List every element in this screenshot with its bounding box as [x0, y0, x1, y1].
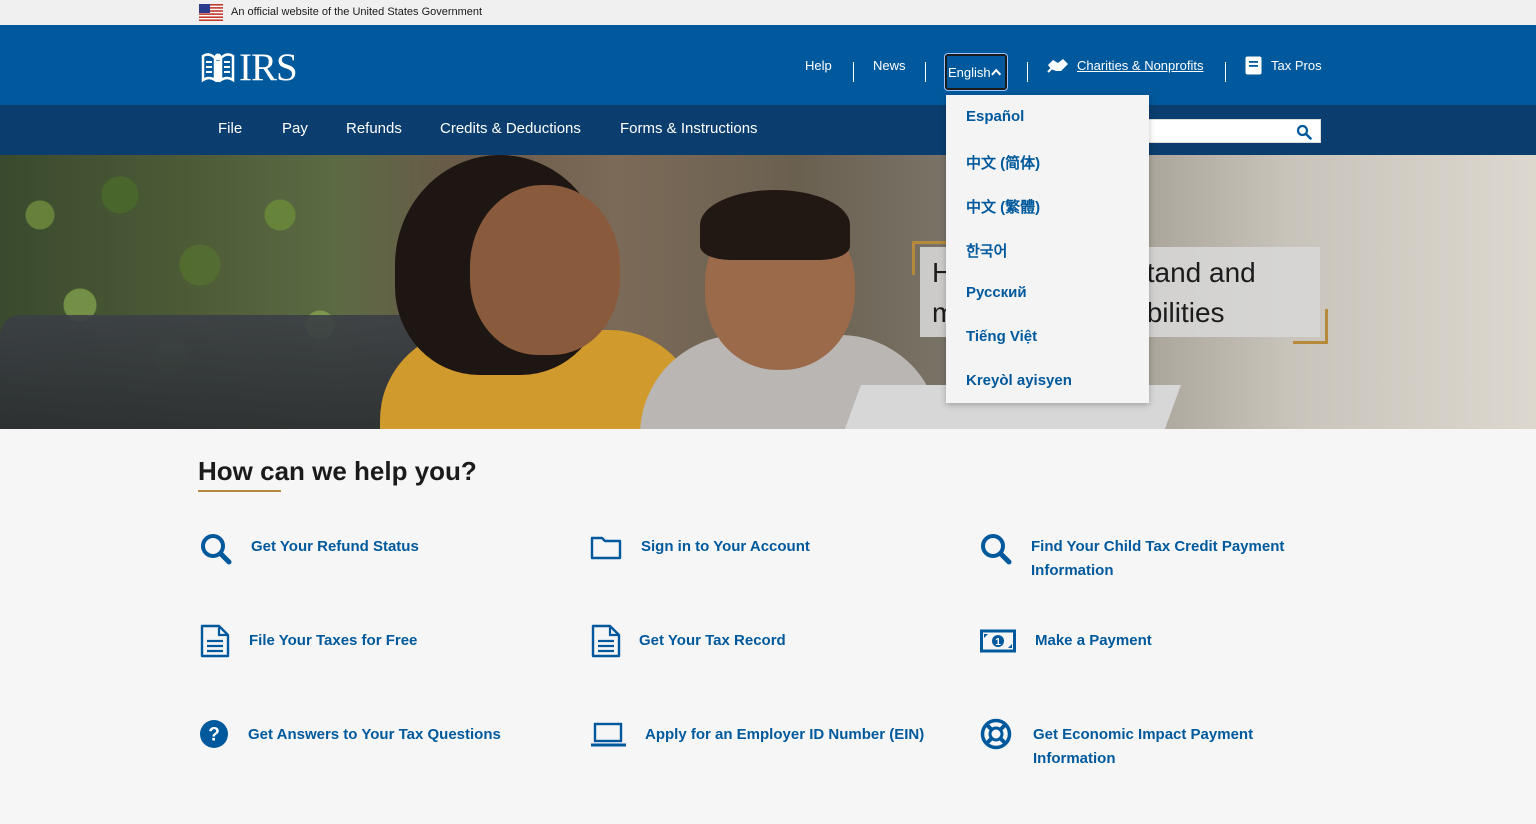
gov-banner-text: An official website of the United States…	[231, 6, 483, 18]
charities-nonprofits-link[interactable]: Charities & Nonprofits	[1047, 25, 1203, 105]
util-divider	[925, 62, 926, 82]
irs-logo[interactable]: IRS	[199, 46, 298, 89]
hero-frame-corner	[1293, 309, 1328, 344]
nav-item-refunds[interactable]: Refunds	[346, 120, 402, 137]
task-apply-ein[interactable]: Apply for an Employer ID Number (EIN)	[590, 718, 924, 752]
language-option-chinese-traditional[interactable]: 中文 (繁體)	[966, 196, 1040, 217]
util-divider	[1225, 62, 1226, 82]
hero-banner: H derstand and m onsibilities	[0, 155, 1536, 429]
util-divider	[853, 62, 854, 82]
language-option-spanish[interactable]: Español	[966, 108, 1024, 125]
nav-item-forms-instructions[interactable]: Forms & Instructions	[620, 120, 758, 137]
search-icon[interactable]	[1296, 124, 1312, 140]
nav-item-pay[interactable]: Pay	[282, 120, 308, 137]
language-dropdown-menu: Español 中文 (简体) 中文 (繁體) 한국어 Русский Tiến…	[946, 95, 1149, 403]
task-file-free[interactable]: File Your Taxes for Free	[199, 624, 417, 658]
search-icon	[201, 534, 232, 565]
life-ring-icon	[980, 718, 1012, 750]
folder-icon	[590, 536, 622, 560]
language-option-vietnamese[interactable]: Tiếng Việt	[966, 328, 1037, 345]
language-selected: English	[948, 64, 991, 80]
nav-item-credits-deductions[interactable]: Credits & Deductions	[440, 120, 581, 137]
language-option-korean[interactable]: 한국어	[966, 240, 1007, 261]
task-child-tax-credit[interactable]: Find Your Child Tax Credit Payment Infor…	[979, 532, 1309, 583]
hero-person	[470, 185, 620, 355]
tax-pros-link[interactable]: Tax Pros	[1245, 25, 1322, 105]
laptop-icon	[591, 722, 626, 747]
hero-person	[700, 190, 850, 260]
language-option-russian[interactable]: Русский	[966, 284, 1027, 301]
gov-banner: An official website of the United States…	[0, 0, 1536, 25]
language-selector-button[interactable]: English	[944, 53, 1008, 91]
handshake-icon	[1047, 59, 1068, 73]
help-link[interactable]: Help	[805, 25, 832, 105]
logo-text: IRS	[239, 46, 298, 89]
svg-text:1: 1	[995, 637, 1001, 648]
search-icon	[981, 534, 1012, 565]
document-icon	[591, 624, 621, 658]
task-get-tax-record[interactable]: Get Your Tax Record	[590, 624, 786, 658]
search-input[interactable]	[1146, 119, 1321, 143]
news-link[interactable]: News	[873, 25, 906, 105]
svg-text:?: ?	[208, 725, 220, 746]
us-flag-icon	[199, 4, 223, 21]
help-section-title: How can we help you?	[198, 456, 477, 486]
document-icon	[200, 624, 230, 658]
eagle-icon	[201, 53, 235, 83]
task-make-payment[interactable]: 1 Make a Payment	[980, 624, 1152, 658]
language-option-chinese-simplified[interactable]: 中文 (简体)	[966, 152, 1040, 173]
main-navigation: File Pay Refunds Credits & Deductions Fo…	[0, 105, 1536, 155]
chevron-up-icon	[990, 68, 1001, 76]
nav-item-file[interactable]: File	[218, 120, 242, 137]
task-sign-in-account[interactable]: Sign in to Your Account	[590, 532, 810, 566]
site-header: IRS Help News English Charities & Nonpro…	[0, 25, 1536, 105]
language-option-haitian-creole[interactable]: Kreyòl ayisyen	[966, 372, 1072, 389]
question-circle-icon: ?	[200, 720, 228, 748]
money-bill-icon: 1	[980, 629, 1016, 653]
book-icon	[1245, 56, 1262, 74]
task-get-refund-status[interactable]: Get Your Refund Status	[199, 532, 419, 566]
task-economic-impact-payment[interactable]: Get Economic Impact Payment Information	[980, 718, 1310, 771]
task-tax-questions[interactable]: ? Get Answers to Your Tax Questions	[199, 718, 501, 752]
title-underline	[198, 490, 281, 492]
util-divider	[1027, 62, 1028, 82]
